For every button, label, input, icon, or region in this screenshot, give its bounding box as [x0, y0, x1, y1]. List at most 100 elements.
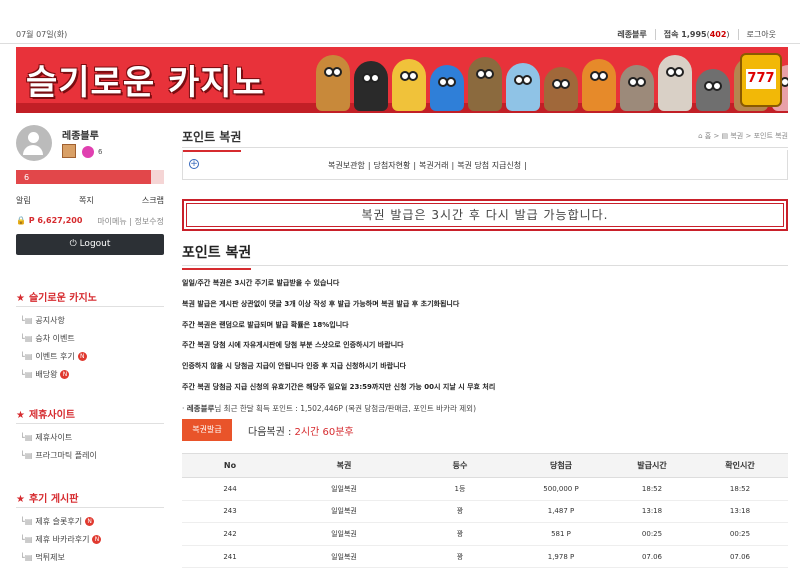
owl-mascot-icon: [468, 57, 502, 111]
sidebar-item-scam-report[interactable]: └▤ 먹튀제보: [16, 552, 164, 570]
profile-links: 마이메뉴 | 정보수정: [97, 217, 164, 226]
col-lottery: 복권: [278, 453, 410, 478]
otter-mascot-icon: [544, 67, 578, 111]
slot-machine-text: 777: [746, 69, 776, 89]
logout-label: Logout: [79, 239, 111, 249]
breadcrumb[interactable]: ⌂ 홈 > ▤ 복권 > 포인트 복권: [698, 131, 788, 141]
level-progress-fill: 6: [16, 170, 151, 184]
alarm-link[interactable]: 알림: [16, 195, 31, 206]
cell-issued: 13:18: [612, 500, 692, 524]
col-prize: 당첨금: [510, 453, 612, 478]
col-issued: 발급시간: [612, 453, 692, 478]
cell-checked: 13:18: [692, 500, 788, 524]
user-points[interactable]: 🔒 P 6,627,200: [16, 216, 82, 227]
chick-mascot-icon: [392, 59, 426, 111]
tree-branch-icon: └▤: [20, 334, 33, 343]
user-links: 알림 쪽지 스크랩: [16, 195, 164, 206]
top-logout-link[interactable]: 로그아웃: [737, 29, 784, 40]
notice-text: 복권 발급은 3시간 후 다시 발급 가능합니다.: [186, 203, 784, 227]
sidebar-item-label: 제휴 슬롯후기: [35, 517, 83, 526]
cell-checked: 00:25: [692, 522, 788, 546]
sidebar-item-event[interactable]: └▤ 승차 이벤트: [16, 333, 164, 351]
my-menu-link[interactable]: 마이메뉴: [97, 217, 126, 226]
cell-lottery: 일일복권: [278, 545, 410, 569]
sidebar-item-dividend[interactable]: └▤ 배당왕 N: [16, 369, 164, 387]
site-logo[interactable]: 슬기로운 카지노: [26, 55, 265, 104]
cell-no: 241: [182, 545, 278, 569]
star-icon: ★: [16, 494, 25, 505]
table-row[interactable]: 242 일일복권 꽝 581 P 00:25 00:25: [182, 522, 788, 546]
subnav-winners[interactable]: 당첨자현황: [371, 161, 414, 170]
sidebar-item-pragmatic[interactable]: └▤ 프라그마틱 플레이: [16, 450, 164, 468]
sidebar-item-event-review[interactable]: └▤ 이벤트 후기 N: [16, 351, 164, 369]
new-badge: N: [77, 352, 87, 361]
level-icon: [62, 144, 76, 158]
message-link[interactable]: 쪽지: [79, 195, 94, 206]
sidebar-item-label: 제휴 바카라후기: [35, 535, 90, 544]
subnav-lottery-box[interactable]: 복권보관함: [325, 161, 368, 170]
page-header: 포인트 복권 ⌂ 홈 > ▤ 복권 > 포인트 복권: [182, 122, 788, 152]
sidebar-item-partner-site[interactable]: └▤ 제휴사이트: [16, 432, 164, 450]
rules-list: 일일/주간 복권은 3시간 주기로 발급받을 수 있습니다 복권 발급은 게시판…: [182, 278, 788, 424]
lion-mascot-icon: [316, 55, 350, 111]
sidebar-section-reviews: ★ 후기 게시판 └▤ 제휴 슬롯후기 N └▤ 제휴 바카라후기 N └▤ 먹튀제보: [16, 486, 164, 570]
lottery-table: No 복권 등수 당첨금 발급시간 확인시간 244 일일복권 1등 500,0…: [182, 453, 788, 569]
table-row[interactable]: 244 일일복권 1등 500,000 P 18:52 18:52: [182, 477, 788, 501]
subnav-trade[interactable]: 복권거래: [416, 161, 451, 170]
profile-edit-link[interactable]: 정보수정: [135, 217, 164, 226]
sidebar-item-label: 이벤트 후기: [35, 352, 75, 361]
cell-no: 242: [182, 522, 278, 546]
sidebar-item-label: 제휴사이트: [35, 433, 73, 442]
rule-text: 인증하지 않을 시 당첨금 지급이 안됩니다 인증 후 지급 신청하시기 바랍니…: [182, 362, 407, 371]
rule-text: 주간 복권은 랜덤으로 발급되며 발급 확률은 18%입니다: [182, 320, 349, 329]
level-progress-bar: 6: [16, 170, 164, 184]
sidebar-item-slot-review[interactable]: └▤ 제휴 슬롯후기 N: [16, 516, 164, 534]
tree-branch-icon: └▤: [20, 517, 33, 526]
notice-box: 복권 발급은 3시간 후 다시 발급 가능합니다.: [182, 199, 788, 231]
small-points: 6: [98, 148, 103, 156]
expand-plus-icon[interactable]: +: [189, 159, 199, 169]
tree-branch-icon: └▤: [20, 370, 33, 379]
logout-button[interactable]: ⏻ Logout: [16, 234, 164, 255]
cell-rank: 꽝: [410, 522, 510, 546]
sidebar-section-title[interactable]: ★ 제휴사이트: [16, 402, 164, 424]
next-lottery-label: 다음복권 :: [248, 426, 292, 438]
sidebar-section-title[interactable]: ★ 슬기로운 카지노: [16, 285, 164, 307]
user-points-text: 님 최근 한달 획득 포인트 : 1,502,446P (복권 당첨금/판매금,…: [214, 403, 476, 413]
penguin-mascot-icon: [354, 61, 388, 111]
table-row[interactable]: 243 일일복권 꽝 1,487 P 13:18 13:18: [182, 500, 788, 524]
rabbit-mascot-icon: [658, 55, 692, 111]
cell-prize: 1,487 P: [510, 500, 612, 524]
user-points-value: P 6,627,200: [28, 216, 83, 225]
new-badge: N: [60, 370, 70, 379]
tree-branch-icon: └▤: [20, 535, 33, 544]
cat-mascot-icon: [620, 65, 654, 111]
issue-lottery-button[interactable]: 복권발급: [182, 419, 232, 441]
sidebar-item-notice[interactable]: └▤ 공지사항: [16, 315, 164, 333]
top-bar-right: 레종블루 접속 1,995(402) 로그아웃: [609, 29, 784, 40]
cell-issued: 18:52: [612, 477, 692, 501]
sub-navigation: + 복권보관함 | 당첨자현황 | 복권거래 | 복권 당첨 지급신청 |: [182, 150, 788, 180]
current-date: 07월 07일(화): [16, 30, 68, 39]
sidebar-section-casino: ★ 슬기로운 카지노 └▤ 공지사항 └▤ 승차 이벤트 └▤ 이벤트 후기 N └▤ 배당…: [16, 285, 164, 387]
avatar[interactable]: [16, 125, 52, 161]
rule-text: 일일/주간 복권은 3시간 주기로 발급받을 수 있습니다: [182, 279, 340, 287]
subnav-claim[interactable]: 복권 당첨 지급신청: [454, 161, 524, 170]
seal-mascot-icon: [696, 69, 730, 111]
top-username-link[interactable]: 레종블루: [609, 29, 654, 40]
sidebar-username[interactable]: 레종블루: [62, 127, 99, 142]
scrap-link[interactable]: 스크랩: [142, 195, 164, 206]
sidebar-item-label: 프라그마틱 플레이: [35, 451, 97, 460]
visitor-count: 접속 1,995(402): [654, 29, 738, 40]
table-row[interactable]: 241 일일복권 꽝 1,978 P 07.06 07.06: [182, 545, 788, 569]
cell-rank: 꽝: [410, 500, 510, 524]
sidebar-item-baccarat-review[interactable]: └▤ 제휴 바카라후기 N: [16, 534, 164, 552]
sidebar-section-title[interactable]: ★ 후기 게시판: [16, 486, 164, 508]
cell-issued: 00:25: [612, 522, 692, 546]
cell-prize: 581 P: [510, 522, 612, 546]
next-lottery-time: 2시간 60분후: [294, 426, 354, 438]
site-banner[interactable]: 슬기로운 카지노 777: [16, 47, 788, 113]
dolphin-mascot-icon: [506, 63, 540, 111]
rule-text: 주간 복권 당첨 시에 자유게시판에 당첨 부분 스샷으로 인증하시기 바랍니다: [182, 341, 404, 350]
rule-text: 주간 복권 당첨금 지급 신청의 유효기간은 해당주 일요일 23:59까지만 …: [182, 382, 496, 391]
